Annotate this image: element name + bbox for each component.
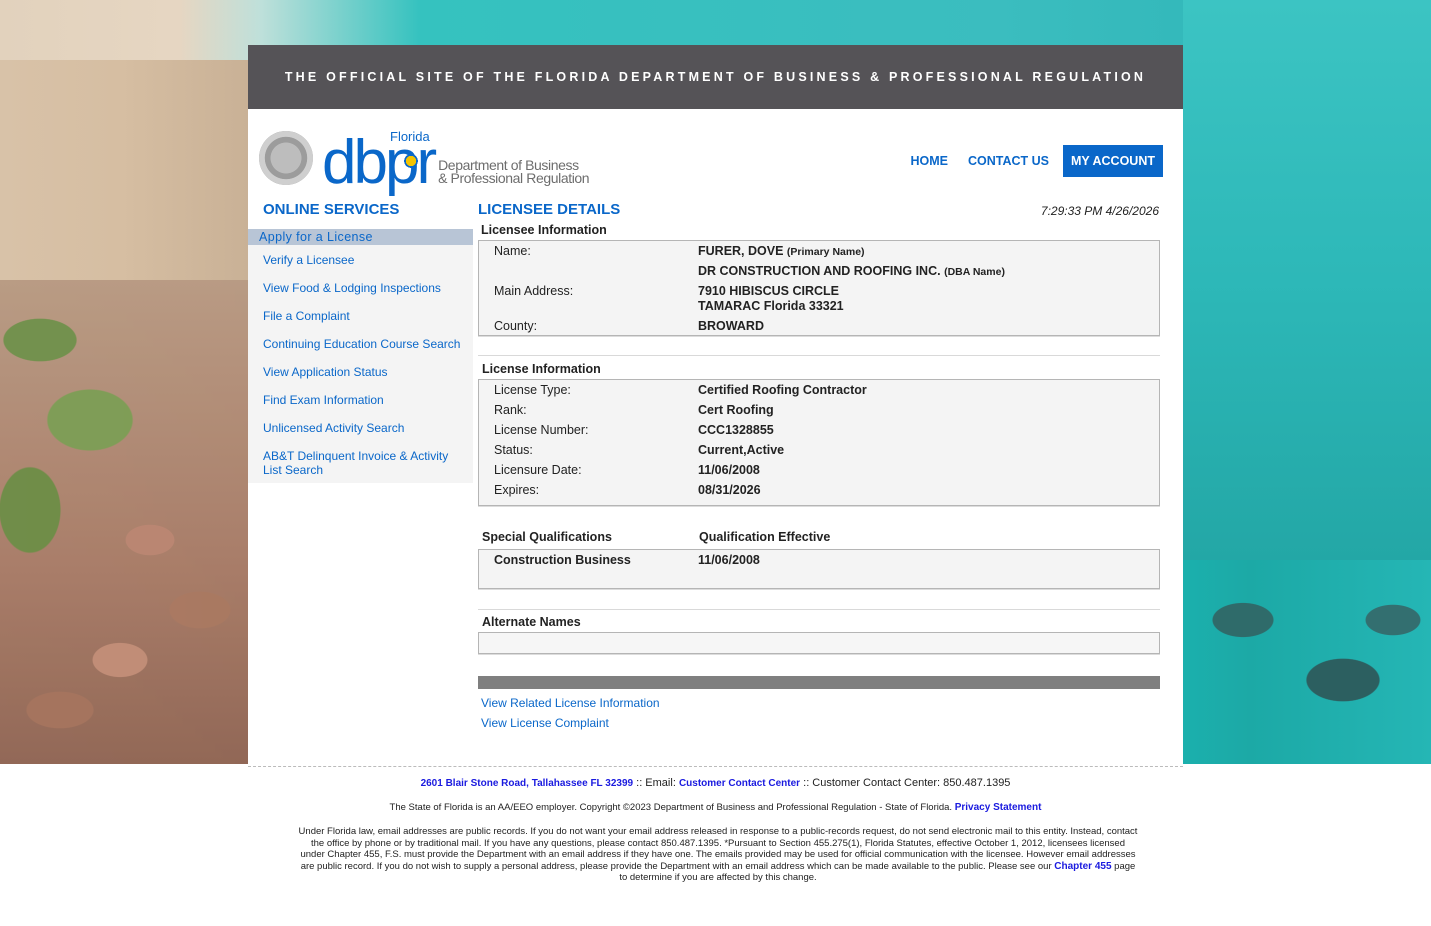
license-box: License Type: Certified Roofing Contracto… (478, 379, 1160, 506)
county-value: BROWARD (698, 319, 764, 333)
divider-bar (478, 676, 1160, 689)
dba-tag: (DBA Name) (944, 266, 1005, 278)
licensee-box: Name: FURER, DOVE (Primary Name) DR CONS… (478, 240, 1160, 336)
footer-contact-center-link[interactable]: Customer Contact Center (679, 778, 800, 789)
dba-name: DR CONSTRUCTION AND ROOFING INC. (698, 264, 941, 278)
alternate-names-title: Alternate Names (482, 615, 581, 629)
qualification-name: Construction Business (494, 553, 631, 567)
state-seal-icon (259, 131, 313, 185)
license-row-value: Cert Roofing (698, 403, 774, 417)
top-banner: THE OFFICIAL SITE OF THE FLORIDA DEPARTM… (248, 45, 1183, 109)
license-row-label: Licensure Date: (494, 463, 582, 477)
view-related-license-link[interactable]: View Related License Information (481, 696, 660, 710)
license-row-value: Current,Active (698, 443, 785, 457)
sidebar-title: ONLINE SERVICES (263, 201, 400, 218)
footer: 2601 Blair Stone Road, Tallahassee FL 32… (248, 766, 1183, 884)
nav-contact-us[interactable]: CONTACT US (968, 154, 1049, 168)
dbpr-logo[interactable]: Florida dbpr Department of Business & Pr… (322, 127, 590, 194)
license-row-value: 11/06/2008 (698, 463, 760, 477)
nav-home[interactable]: HOME (910, 154, 948, 168)
name-tag: (Primary Name) (786, 246, 865, 258)
sidebar-item-application-status[interactable]: View Application Status (263, 365, 473, 379)
alternate-names-box (478, 632, 1160, 654)
footer-address-link[interactable]: 2601 Blair Stone Road, Tallahassee FL 32… (421, 778, 634, 789)
sidebar-item-verify[interactable]: Verify a Licensee (263, 253, 473, 267)
site-header: Florida dbpr Department of Business & Pr… (248, 109, 1183, 201)
view-license-complaint-link[interactable]: View License Complaint (481, 716, 609, 730)
sidebar-item-apply[interactable]: Apply for a License (248, 229, 473, 245)
logo-department: Department of Business & Professional Re… (438, 158, 590, 186)
license-row-value: CCC1328855 (698, 423, 774, 437)
license-row-value: Certified Roofing Contractor (698, 383, 867, 397)
main-panel: THE OFFICIAL SITE OF THE FLORIDA DEPARTM… (248, 45, 1183, 765)
footer-employer: The State of Florida is an AA/EEO employ… (389, 802, 953, 813)
nav-my-account[interactable]: MY ACCOUNT (1062, 145, 1163, 177)
license-row: Rank: Cert Roofing (479, 403, 1159, 423)
sun-icon (403, 153, 419, 169)
license-row-label: License Number: (494, 423, 589, 437)
license-row: Licensure Date: 11/06/2008 (479, 463, 1159, 483)
special-qual-header: Special Qualifications (482, 530, 612, 544)
sidebar-item-unlicensed[interactable]: Unlicensed Activity Search (263, 421, 473, 435)
name-label: Name: (494, 244, 531, 258)
license-row-label: Rank: (494, 403, 527, 417)
logo-florida: Florida (390, 129, 430, 144)
address-line1: 7910 HIBISCUS CIRCLE (698, 284, 840, 298)
footer-email-prefix: :: Email: (636, 777, 676, 789)
license-row-label: Status: (494, 443, 533, 457)
sidebar-list: Verify a Licensee View Food & Lodging In… (248, 245, 473, 483)
sidebar-item-ce-search[interactable]: Continuing Education Course Search (263, 337, 473, 351)
license-row: Expires: 08/31/2026 (479, 483, 1159, 503)
license-row-label: Expires: (494, 483, 540, 497)
footer-notice: Under Florida law, email addresses are p… (298, 826, 1138, 872)
timestamp: 7:29:33 PM 4/26/2026 (1040, 204, 1159, 218)
license-row: License Type: Certified Roofing Contracto… (479, 383, 1159, 403)
banner-text: THE OFFICIAL SITE OF THE FLORIDA DEPARTM… (284, 70, 1147, 84)
qual-effective-header: Qualification Effective (699, 530, 831, 544)
privacy-statement-link[interactable]: Privacy Statement (955, 802, 1042, 813)
licensee-section-title: Licensee Information (481, 223, 607, 237)
chapter-455-link[interactable]: Chapter 455 (1054, 861, 1111, 872)
address-line2: TAMARAC Florida 33321 (698, 299, 844, 313)
footer-phone: :: Customer Contact Center: 850.487.1395 (803, 777, 1011, 789)
page-title: LICENSEE DETAILS (478, 201, 621, 218)
license-row-label: License Type: (494, 383, 571, 397)
logo-dept-line2: & Professional Regulation (438, 170, 590, 186)
qualification-date: 11/06/2008 (698, 553, 760, 567)
sidebar-item-food-lodging[interactable]: View Food & Lodging Inspections (263, 281, 473, 295)
sidebar: ONLINE SERVICES Apply for a License Veri… (248, 201, 473, 483)
license-row: Status: Current,Active (479, 443, 1159, 463)
licensee-details: LICENSEE DETAILS 7:29:33 PM 4/26/2026 Li… (478, 201, 1160, 733)
license-row-value: 08/31/2026 (698, 483, 761, 497)
license-row: License Number: CCC1328855 (479, 423, 1159, 443)
licensee-name: FURER, DOVE (698, 244, 784, 258)
sidebar-item-complaint[interactable]: File a Complaint (263, 309, 473, 323)
qualifications-box: Construction Business 11/06/2008 (478, 549, 1160, 589)
sidebar-item-exam[interactable]: Find Exam Information (263, 393, 473, 407)
county-label: County: (494, 319, 538, 333)
license-section-title: License Information (482, 362, 601, 376)
address-label: Main Address: (494, 284, 574, 298)
sidebar-item-abt[interactable]: AB&T Delinquent Invoice & Activity List … (263, 449, 473, 477)
top-nav: HOME CONTACT US MY ACCOUNT (890, 145, 1163, 177)
